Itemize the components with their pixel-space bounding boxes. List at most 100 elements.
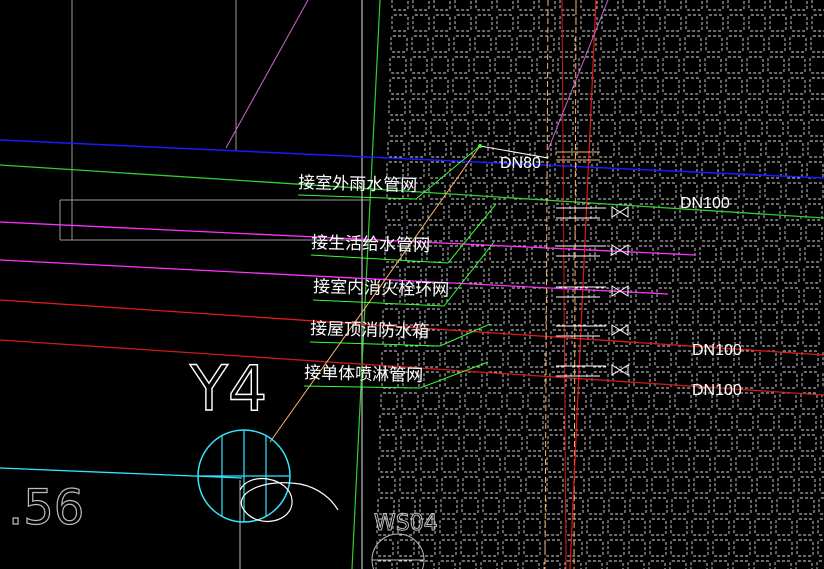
leader-line (419, 361, 489, 389)
floor-tile (506, 392, 524, 410)
floor-tile (641, 56, 659, 74)
floor-tile (742, 203, 760, 221)
label-domestic-water: 接生活给水管网 (311, 233, 430, 256)
floor-tile (589, 413, 607, 431)
floor-tile (511, 203, 529, 221)
floor-tile (585, 560, 603, 569)
floor-tile (643, 0, 661, 11)
floor-tile (508, 329, 526, 347)
floor-tile (475, 0, 493, 11)
floor-tile (803, 266, 821, 284)
floor-tile (421, 434, 439, 452)
floor-tile (505, 413, 523, 431)
floor-tile (697, 308, 715, 326)
floor-tile (677, 266, 695, 284)
floor-tile (756, 455, 774, 473)
floor-tile (406, 203, 424, 221)
floor-tile (567, 455, 585, 473)
floor-tile (739, 308, 757, 326)
floor-tile (639, 140, 657, 158)
floor-tile (400, 434, 418, 452)
floor-tile (802, 308, 820, 326)
floor-tile (725, 77, 743, 95)
floor-tile (807, 140, 824, 158)
valve-symbol (611, 364, 629, 376)
floor-tile (496, 14, 514, 32)
floor-tile (474, 35, 492, 53)
floor-tile (633, 371, 651, 389)
floor-tile (388, 119, 406, 137)
floor-tile (739, 329, 757, 347)
floor-tile (481, 539, 499, 557)
floor-tile (575, 161, 593, 179)
floor-tile (742, 224, 760, 242)
floor-tile (677, 287, 695, 305)
floor-tile (465, 371, 483, 389)
floor-tile (617, 161, 635, 179)
floor-tile (616, 224, 634, 242)
floor-tile (676, 329, 694, 347)
floor-tile (702, 140, 720, 158)
floor-tile (445, 329, 463, 347)
floor-tile (762, 245, 780, 263)
floor-tile (659, 182, 677, 200)
floor-tile (586, 518, 604, 536)
pipe-size-dn80: DN80 (500, 155, 541, 172)
floor-tile (785, 161, 803, 179)
floor-tile (670, 539, 688, 557)
floor-tile (599, 56, 617, 74)
floor-tile (444, 350, 462, 368)
floor-tile (446, 287, 464, 305)
floor-tile (601, 14, 619, 32)
floor-tile (681, 140, 699, 158)
floor-tile (385, 203, 403, 221)
floor-tile (389, 56, 407, 74)
floor-tile (525, 476, 543, 494)
floor-tile (514, 119, 532, 137)
floor-tile (653, 392, 671, 410)
floor-tile (786, 140, 804, 158)
floor-tile (627, 560, 645, 569)
floor-tile (516, 35, 534, 53)
floor-tile (544, 518, 562, 536)
floor-tile (756, 476, 774, 494)
well-tag-label: WS04 (374, 511, 438, 536)
floor-tile (682, 98, 700, 116)
floor-tile (468, 245, 486, 263)
floor-tile (423, 350, 441, 368)
floor-tile (655, 308, 673, 326)
floor-tile (467, 287, 485, 305)
floor-tile (575, 182, 593, 200)
floor-tile (445, 308, 463, 326)
floor-tile (462, 455, 480, 473)
floor-tile (711, 560, 729, 569)
floor-tile (787, 98, 805, 116)
floor-tile (609, 476, 627, 494)
floor-tile (580, 0, 598, 11)
floor-tile (528, 350, 546, 368)
floor-tile (408, 140, 426, 158)
floor-tile (617, 182, 635, 200)
floor-tile (720, 245, 738, 263)
floor-tile (735, 455, 753, 473)
floor-tile (490, 224, 508, 242)
floor-tile (450, 140, 468, 158)
floor-tile (692, 497, 710, 515)
floor-tile (481, 518, 499, 536)
floor-tile (628, 518, 646, 536)
floor-tile (817, 539, 824, 557)
floor-tile (654, 371, 672, 389)
floor-tile (748, 0, 766, 11)
floor-tile (473, 77, 491, 95)
floor-tile (635, 266, 653, 284)
floor-tile (463, 413, 481, 431)
cad-drawing-canvas[interactable]: 接室外雨水管网 接生活给水管网 接室内消火栓环网 接屋顶消防水箱 接单体喷淋管网… (0, 0, 824, 569)
floor-tile (706, 0, 724, 11)
floor-tile (483, 476, 501, 494)
floor-tile (758, 392, 776, 410)
floor-tile (719, 266, 737, 284)
floor-tile (397, 539, 415, 557)
floor-tile (598, 119, 616, 137)
floor-tile (402, 350, 420, 368)
floor-tile (428, 182, 446, 200)
